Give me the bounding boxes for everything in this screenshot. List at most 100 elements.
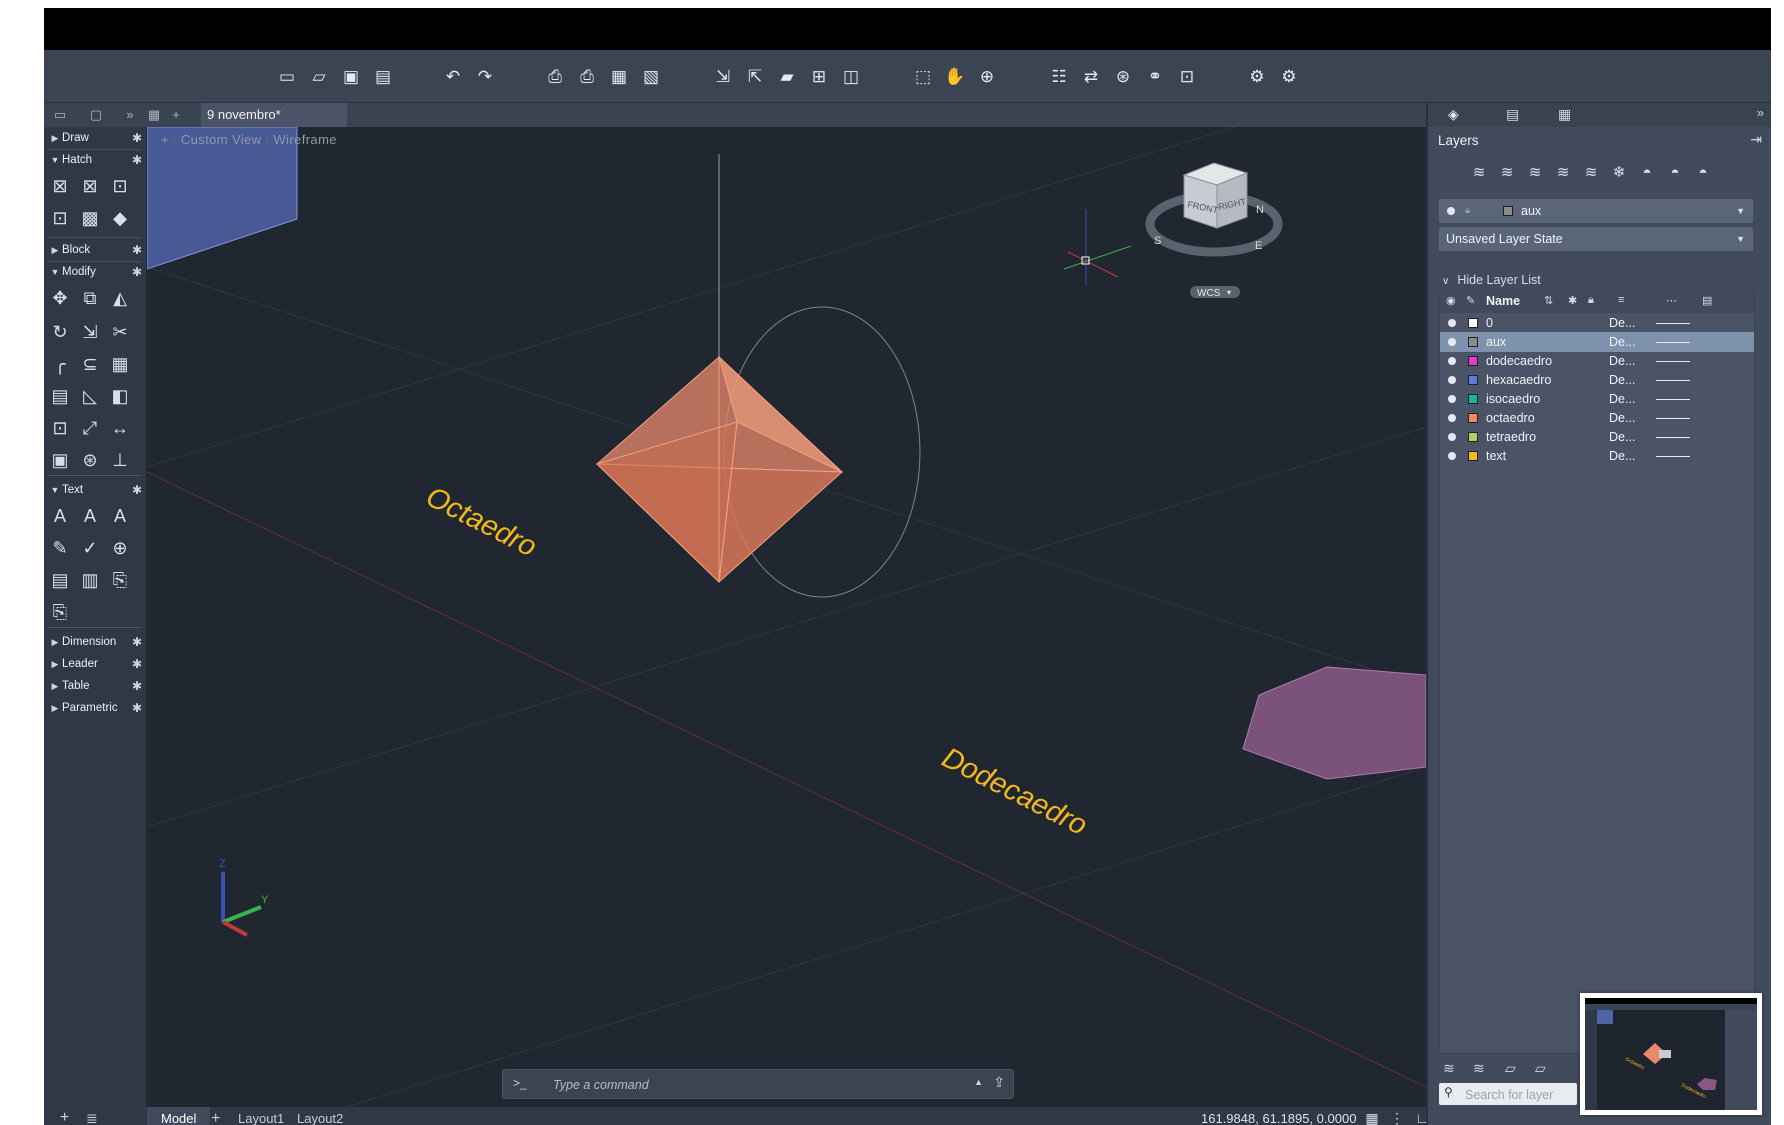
- mirror-icon[interactable]: ◭: [107, 285, 133, 311]
- layer-linetype[interactable]: De...: [1609, 313, 1635, 333]
- publish-icon[interactable]: ▦: [608, 66, 630, 88]
- zoom-window-icon[interactable]: ⬚: [912, 66, 934, 88]
- new-layer-icon[interactable]: ≋: [1468, 162, 1490, 184]
- panel-expand-icon[interactable]: »: [1757, 105, 1764, 120]
- layer-linetype[interactable]: De...: [1609, 332, 1635, 352]
- explode-icon[interactable]: ⤢: [77, 415, 103, 441]
- expand-chevron-icon[interactable]: »: [120, 106, 140, 124]
- visibility-dot-icon[interactable]: [1448, 338, 1456, 346]
- visual-style-button[interactable]: Wireframe: [273, 132, 337, 147]
- command-input[interactable]: [551, 1074, 955, 1096]
- wcs-menu[interactable]: WCS ▾: [1190, 286, 1240, 299]
- layer-linetype[interactable]: De...: [1609, 427, 1635, 447]
- layer-color-swatch[interactable]: [1468, 318, 1478, 328]
- freeze-column-icon[interactable]: ✱: [1568, 294, 1577, 307]
- fillet-icon[interactable]: ╭: [47, 351, 73, 377]
- new-tab-plus-icon[interactable]: +: [166, 106, 186, 124]
- command-line[interactable]: >_ ▲ ⇪: [502, 1069, 1014, 1099]
- export-icon[interactable]: ⇱: [744, 66, 766, 88]
- xref-icon[interactable]: ⊛: [1112, 66, 1134, 88]
- wipeout-icon[interactable]: ▩: [77, 205, 103, 231]
- visibility-dot-icon[interactable]: [1448, 433, 1456, 441]
- visibility-dot-icon[interactable]: [1448, 452, 1456, 460]
- palette-section-block[interactable]: ▶ Block ✱: [48, 239, 144, 261]
- palette-section-draw[interactable]: ▶ Draw ✱: [48, 127, 144, 149]
- properties-icon[interactable]: ☷: [1048, 66, 1070, 88]
- draw-order-icon[interactable]: ◧: [107, 383, 133, 409]
- pdf-import-icon[interactable]: ⎘: [47, 599, 73, 625]
- eye-icon[interactable]: ◉: [1446, 294, 1456, 307]
- grid-view-icon[interactable]: ▦: [144, 106, 164, 124]
- grid-icon[interactable]: ▦: [1363, 1109, 1381, 1125]
- boundary-icon[interactable]: ⊡: [107, 173, 133, 199]
- undo-icon[interactable]: ↶: [442, 66, 464, 88]
- layer-search[interactable]: ⚲: [1439, 1083, 1577, 1105]
- layer-group-icon[interactable]: ≋: [1473, 1060, 1485, 1077]
- tab-model[interactable]: Model: [147, 1107, 211, 1125]
- layer-linetype[interactable]: De...: [1609, 370, 1635, 390]
- visibility-dot-icon[interactable]: [1448, 414, 1456, 422]
- visibility-dot-icon[interactable]: [1448, 376, 1456, 384]
- import-icon[interactable]: ⇲: [712, 66, 734, 88]
- match-properties-icon[interactable]: ⇄: [1080, 66, 1102, 88]
- command-prompt-icon[interactable]: >_: [513, 1076, 527, 1090]
- gear-icon[interactable]: ✱: [132, 697, 142, 719]
- import-folder-icon[interactable]: ▱: [1535, 1060, 1546, 1077]
- page-setup-icon[interactable]: ▧: [640, 66, 662, 88]
- new-file-icon[interactable]: ▭: [276, 66, 298, 88]
- layer-off-icon[interactable]: ◓: [1636, 162, 1658, 184]
- list-icon[interactable]: ≣: [86, 1110, 98, 1125]
- linetype-column-icon[interactable]: ⋯: [1666, 294, 1677, 307]
- visibility-dot-icon[interactable]: [1448, 319, 1456, 327]
- layer-row[interactable]: text De...: [1440, 446, 1754, 466]
- layer-search-input[interactable]: [1463, 1085, 1575, 1105]
- palette-section-dimension[interactable]: ▶ Dimension ✱: [48, 631, 144, 653]
- layer-row[interactable]: octaedro De...: [1440, 408, 1754, 428]
- share-icon[interactable]: ⇪: [993, 1074, 1005, 1091]
- folder-icon[interactable]: ▰: [776, 66, 798, 88]
- save-icon[interactable]: ▣: [340, 66, 362, 88]
- lineweight-line[interactable]: [1656, 437, 1690, 438]
- attach-icon[interactable]: ⚭: [1144, 66, 1166, 88]
- offset-icon[interactable]: ⊆: [77, 351, 103, 377]
- column-settings-icon[interactable]: ▤: [1702, 294, 1712, 307]
- history-arrow-icon[interactable]: ▲: [974, 1077, 983, 1087]
- gear-icon[interactable]: ✱: [132, 479, 142, 501]
- palette-section-hatch[interactable]: ▼ Hatch ✱: [48, 149, 144, 171]
- layer-filter-icon[interactable]: ≋: [1443, 1060, 1455, 1077]
- panel-collapse-icon[interactable]: ⇥: [1750, 131, 1762, 148]
- viewcube[interactable]: FRONT RIGHT S E N: [1145, 162, 1283, 257]
- layer-color-swatch[interactable]: [1468, 356, 1478, 366]
- lineweight-line[interactable]: [1656, 323, 1690, 324]
- layer-isolate-icon[interactable]: ≋: [1580, 162, 1602, 184]
- layers-tab-icon[interactable]: ◈: [1448, 106, 1459, 123]
- lineweight-line[interactable]: [1656, 361, 1690, 362]
- lineweight-line[interactable]: [1656, 399, 1690, 400]
- new-layer-frozen-icon[interactable]: ≋: [1496, 162, 1518, 184]
- scale-icon[interactable]: ⊡: [47, 415, 73, 441]
- drawing-canvas[interactable]: Z Y Octaedro Dodecaedro FRONT RIGHT S E …: [147, 127, 1426, 1107]
- gear-icon[interactable]: ✱: [132, 261, 142, 283]
- trim-icon[interactable]: ✂: [107, 319, 133, 345]
- lineweight-line[interactable]: [1656, 342, 1690, 343]
- layer-linetype[interactable]: De...: [1609, 389, 1635, 409]
- view-menu-button[interactable]: Custom View: [181, 132, 262, 147]
- screenshot-thumbnail[interactable]: Octaedro Dodecaedro: [1580, 993, 1762, 1115]
- array-icon[interactable]: ▦: [107, 351, 133, 377]
- rotate-icon[interactable]: ↻: [47, 319, 73, 345]
- palette-section-text[interactable]: ▼ Text ✱: [48, 479, 144, 501]
- compass-s[interactable]: S: [1154, 235, 1161, 247]
- join-icon[interactable]: ↔: [107, 415, 133, 441]
- tab-layout2[interactable]: Layout2: [283, 1107, 357, 1125]
- layer-unlock-icon[interactable]: ◓: [1692, 162, 1714, 184]
- layer-linetype[interactable]: De...: [1609, 351, 1635, 371]
- viewport-controls[interactable]: + | Custom View | Wireframe: [161, 132, 337, 147]
- text-style-icon[interactable]: A: [107, 503, 133, 529]
- layer-row[interactable]: dodecaedro De...: [1440, 351, 1754, 371]
- sort-icon[interactable]: ⇅: [1544, 294, 1553, 307]
- lineweight-line[interactable]: [1656, 456, 1690, 457]
- edit-column-icon[interactable]: ✎: [1466, 294, 1475, 307]
- visibility-dot-icon[interactable]: [1448, 357, 1456, 365]
- compare-icon[interactable]: ◫: [840, 66, 862, 88]
- set-current-icon[interactable]: ≋: [1552, 162, 1574, 184]
